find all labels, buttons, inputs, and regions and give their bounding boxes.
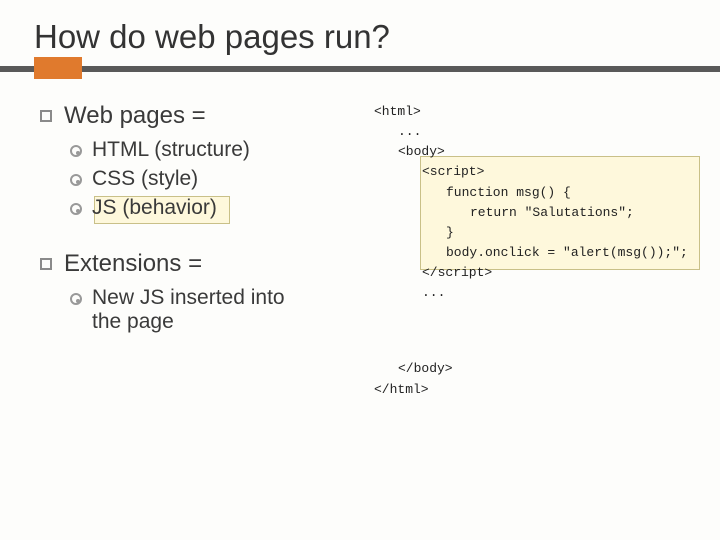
orange-accent-tab: [34, 57, 82, 79]
sub-bullet-html: HTML (structure): [70, 138, 374, 162]
sub-bullet-js: JS (behavior): [70, 196, 374, 220]
target-bullet-icon: [70, 145, 82, 157]
code-line: <script>: [374, 162, 700, 182]
code-line: </script>: [374, 263, 700, 283]
target-bullet-icon: [70, 203, 82, 215]
code-line: body.onclick = "alert(msg());";: [374, 243, 700, 263]
sub-bullet-label: JS (behavior): [92, 196, 217, 220]
code-line: </html>: [374, 380, 700, 400]
bullet-label: Extensions =: [64, 250, 202, 278]
sub-bullet-label: CSS (style): [92, 167, 198, 191]
bullet-column: Web pages = HTML (structure) CSS (style)…: [54, 102, 374, 400]
square-bullet-icon: [40, 110, 52, 122]
square-bullet-icon: [40, 258, 52, 270]
sub-bullet-newjs: New JS inserted into the page: [70, 286, 374, 334]
sub-bullet-css: CSS (style): [70, 167, 374, 191]
target-bullet-icon: [70, 293, 82, 305]
code-line: ...: [374, 122, 700, 142]
bullet-label: Web pages =: [64, 102, 206, 130]
code-line: function msg() {: [374, 183, 700, 203]
sub-bullet-label: HTML (structure): [92, 138, 250, 162]
bullet-extensions: Extensions =: [40, 250, 374, 278]
slide-title: How do web pages run?: [0, 0, 720, 66]
code-column: <html> ... <body> <script> function msg(…: [374, 102, 700, 400]
target-bullet-icon: [70, 174, 82, 186]
sub-bullet-label: New JS inserted into the page: [92, 286, 312, 334]
code-line: return "Salutations";: [374, 203, 700, 223]
code-line: <body>: [374, 142, 700, 162]
code-line: }: [374, 223, 700, 243]
code-line: </body>: [374, 359, 700, 379]
code-line: ...: [374, 283, 700, 303]
title-underline: [0, 66, 720, 72]
code-line: <html>: [374, 102, 700, 122]
bullet-webpages: Web pages =: [40, 102, 374, 130]
